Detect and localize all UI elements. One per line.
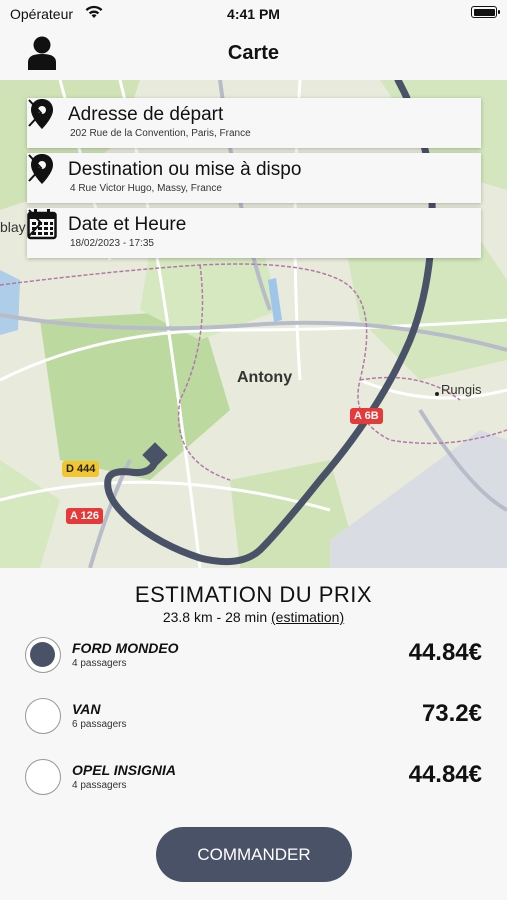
road-sign-a6b: A 6B (350, 408, 383, 424)
map-view[interactable]: Antony Rungis blay A 6B D 444 A 126 Adre… (0, 80, 507, 568)
road-sign-d444: D 444 (62, 461, 100, 477)
destination-title: Destination ou mise à dispo (68, 159, 302, 180)
departure-address-card[interactable]: Adresse de départ 202 Rue de la Conventi… (27, 98, 481, 148)
datetime-title: Date et Heure (68, 214, 187, 235)
datetime-value: 18/02/2023 - 17:35 (70, 238, 154, 249)
vehicle-option[interactable]: FORD MONDEO 4 passagers 44.84€ (25, 635, 485, 677)
battery-icon (471, 6, 500, 18)
page-title: Carte (227, 42, 280, 64)
radio-button[interactable] (25, 637, 61, 673)
radio-selected-dot (30, 642, 55, 667)
departure-value: 202 Rue de la Convention, Paris, France (70, 128, 251, 139)
vehicle-name: FORD MONDEO (72, 640, 179, 656)
vehicle-capacity: 4 passagers (72, 780, 127, 791)
vehicle-option[interactable]: OPEL INSIGNIA 4 passagers 44.84€ (25, 757, 485, 799)
radio-button[interactable] (25, 759, 61, 795)
chevron-right-icon (28, 99, 43, 127)
map-label-edge: blay (0, 219, 26, 235)
vehicle-name: VAN (72, 701, 101, 717)
vehicle-option[interactable]: VAN 6 passagers 73.2€ (25, 696, 485, 738)
vehicle-capacity: 4 passagers (72, 658, 127, 669)
status-bar: Opérateur 4:41 PM (0, 0, 507, 28)
map-label-rungis: Rungis (441, 382, 482, 397)
estimate-link[interactable]: (estimation) (271, 609, 344, 625)
radio-button[interactable] (25, 698, 61, 734)
battery-level (473, 8, 495, 16)
road-sign-a126: A 126 (66, 508, 103, 524)
order-button[interactable]: COMMANDER (156, 827, 352, 882)
chevron-right-icon (28, 209, 43, 237)
destination-address-card[interactable]: Destination ou mise à dispo 4 Rue Victor… (27, 153, 481, 203)
clock: 4:41 PM (227, 6, 280, 22)
departure-title: Adresse de départ (68, 104, 224, 125)
estimate-summary: 23.8 km - 28 min (estimation) (0, 609, 507, 625)
chevron-right-icon (28, 154, 43, 182)
estimate-distance-duration: 23.8 km - 28 min (162, 609, 271, 625)
map-label-antony: Antony (237, 369, 293, 386)
datetime-card[interactable]: Date et Heure 18/02/2023 - 17:35 (27, 208, 481, 258)
vehicle-capacity: 6 passagers (72, 719, 127, 730)
vehicle-price: 73.2€ (421, 700, 482, 727)
nav-bar: Carte (0, 28, 507, 80)
estimate-title: ESTIMATION DU PRIX (134, 582, 373, 607)
vehicle-price: 44.84€ (408, 639, 482, 666)
vehicle-price: 44.84€ (408, 761, 482, 788)
destination-value: 4 Rue Victor Hugo, Massy, France (70, 183, 222, 194)
vehicle-name: OPEL INSIGNIA (72, 762, 176, 778)
